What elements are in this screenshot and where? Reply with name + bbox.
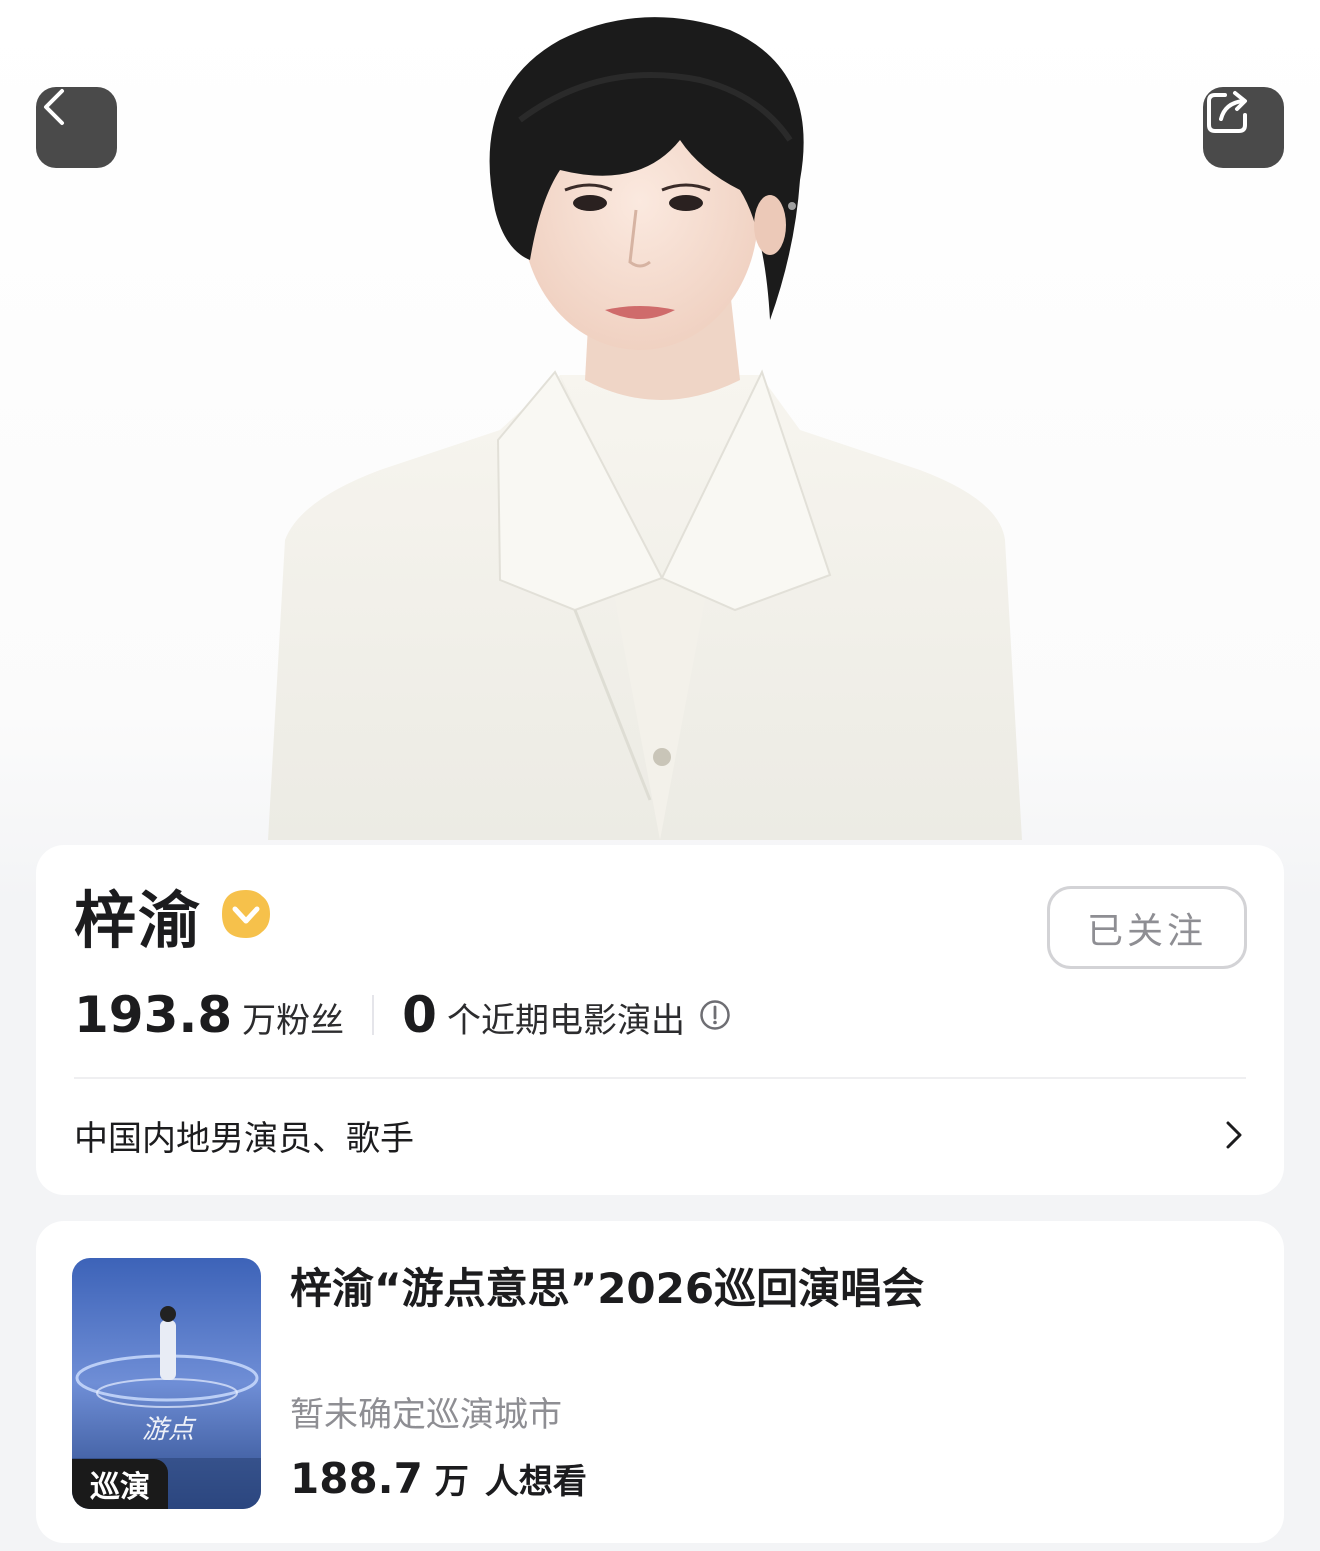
share-icon (1207, 91, 1247, 133)
stats-divider (372, 995, 375, 1035)
portrait-photo (268, 17, 1022, 840)
artist-name: 梓渝 (74, 884, 203, 957)
profile-description: 中国内地男演员、歌手 (74, 1118, 414, 1159)
want-unit: 万 (434, 1462, 469, 1502)
stats-row: 193.8 万粉丝 0 个近期电影演出 (74, 983, 731, 1047)
share-button[interactable] (1203, 87, 1284, 168)
want-to-see: 188.7 万 人想看 (290, 1454, 587, 1503)
chevron-left-icon (44, 89, 64, 125)
want-label: 人想看 (484, 1462, 587, 1502)
concert-cities: 暂未确定巡演城市 (290, 1395, 562, 1435)
profile-card: 梓渝 已关注 193.8 万粉丝 0 个近期电影演出 中国内地男演员、歌手 (36, 845, 1284, 1195)
want-count: 188.7 (290, 1454, 423, 1503)
tour-tag: 巡演 (72, 1459, 168, 1509)
hero-banner (0, 0, 1320, 900)
concert-title: 梓渝“游点意思”2026巡回演唱会 (290, 1264, 925, 1313)
fans-count: 193.8 (74, 986, 233, 1044)
fans-label: 万粉丝 (242, 1001, 345, 1041)
concert-poster[interactable]: 游点 巡演 (72, 1258, 261, 1509)
movies-count: 0 (402, 986, 437, 1044)
concert-card[interactable]: 游点 巡演 梓渝“游点意思”2026巡回演唱会 暂未确定巡演城市 188.7 万… (36, 1221, 1284, 1543)
divider (74, 1077, 1246, 1079)
movies-label: 个近期电影演出 (446, 1001, 685, 1041)
svg-text:游点: 游点 (142, 1415, 197, 1445)
back-button[interactable] (36, 87, 117, 168)
profile-description-row[interactable]: 中国内地男演员、歌手 (74, 1107, 1246, 1163)
info-icon[interactable] (699, 999, 731, 1031)
chevron-right-icon (1226, 1121, 1242, 1149)
verified-badge-icon (222, 890, 270, 938)
follow-button[interactable]: 已关注 (1047, 886, 1247, 969)
